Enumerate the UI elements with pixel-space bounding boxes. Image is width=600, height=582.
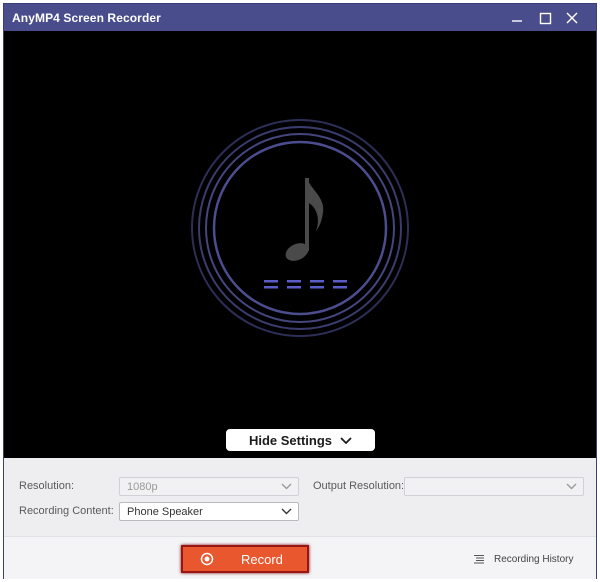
recording-history-button[interactable]: Recording History: [473, 554, 573, 565]
minimize-icon: [512, 20, 522, 22]
music-note-icon: [285, 178, 324, 261]
maximize-icon: [539, 12, 552, 25]
output-resolution-label: Output Resolution:: [313, 480, 405, 492]
recording-content-label: Recording Content:: [19, 505, 114, 517]
list-icon: [474, 555, 484, 564]
chevron-down-icon: [340, 436, 352, 444]
maximize-button[interactable]: [535, 8, 555, 28]
chevron-down-icon: [281, 483, 292, 490]
recording-content-select[interactable]: Phone Speaker: [119, 502, 299, 521]
recording-history-label: Recording History: [494, 554, 574, 565]
app-window: AnyMP4 Screen Recorder Hide Settings Res…: [3, 3, 597, 579]
recording-content-value: Phone Speaker: [127, 506, 203, 518]
minimize-button[interactable]: [507, 8, 527, 28]
resolution-value: 1080p: [127, 481, 158, 493]
audio-rings: [191, 119, 409, 337]
resolution-label: Resolution:: [19, 480, 75, 492]
bottom-bar: Record Recording History: [4, 536, 596, 579]
record-label: Record: [241, 552, 283, 567]
title-bar[interactable]: AnyMP4 Screen Recorder: [4, 4, 596, 31]
chevron-down-icon: [566, 483, 577, 490]
hide-settings-button[interactable]: Hide Settings: [226, 429, 375, 451]
close-button[interactable]: [562, 8, 582, 28]
equalizer-bars: [264, 280, 347, 289]
chevron-down-icon: [281, 508, 292, 515]
window-title: AnyMP4 Screen Recorder: [12, 11, 161, 25]
settings-panel: Resolution: 1080p Output Resolution: Rec…: [4, 458, 596, 536]
close-icon: [566, 12, 578, 24]
hide-settings-label: Hide Settings: [248, 432, 333, 448]
resolution-select[interactable]: 1080p: [119, 477, 299, 496]
output-resolution-select[interactable]: [404, 477, 584, 496]
record-button[interactable]: Record: [181, 545, 309, 573]
record-icon: [200, 552, 214, 566]
audio-preview-area: Hide Settings: [4, 31, 596, 458]
